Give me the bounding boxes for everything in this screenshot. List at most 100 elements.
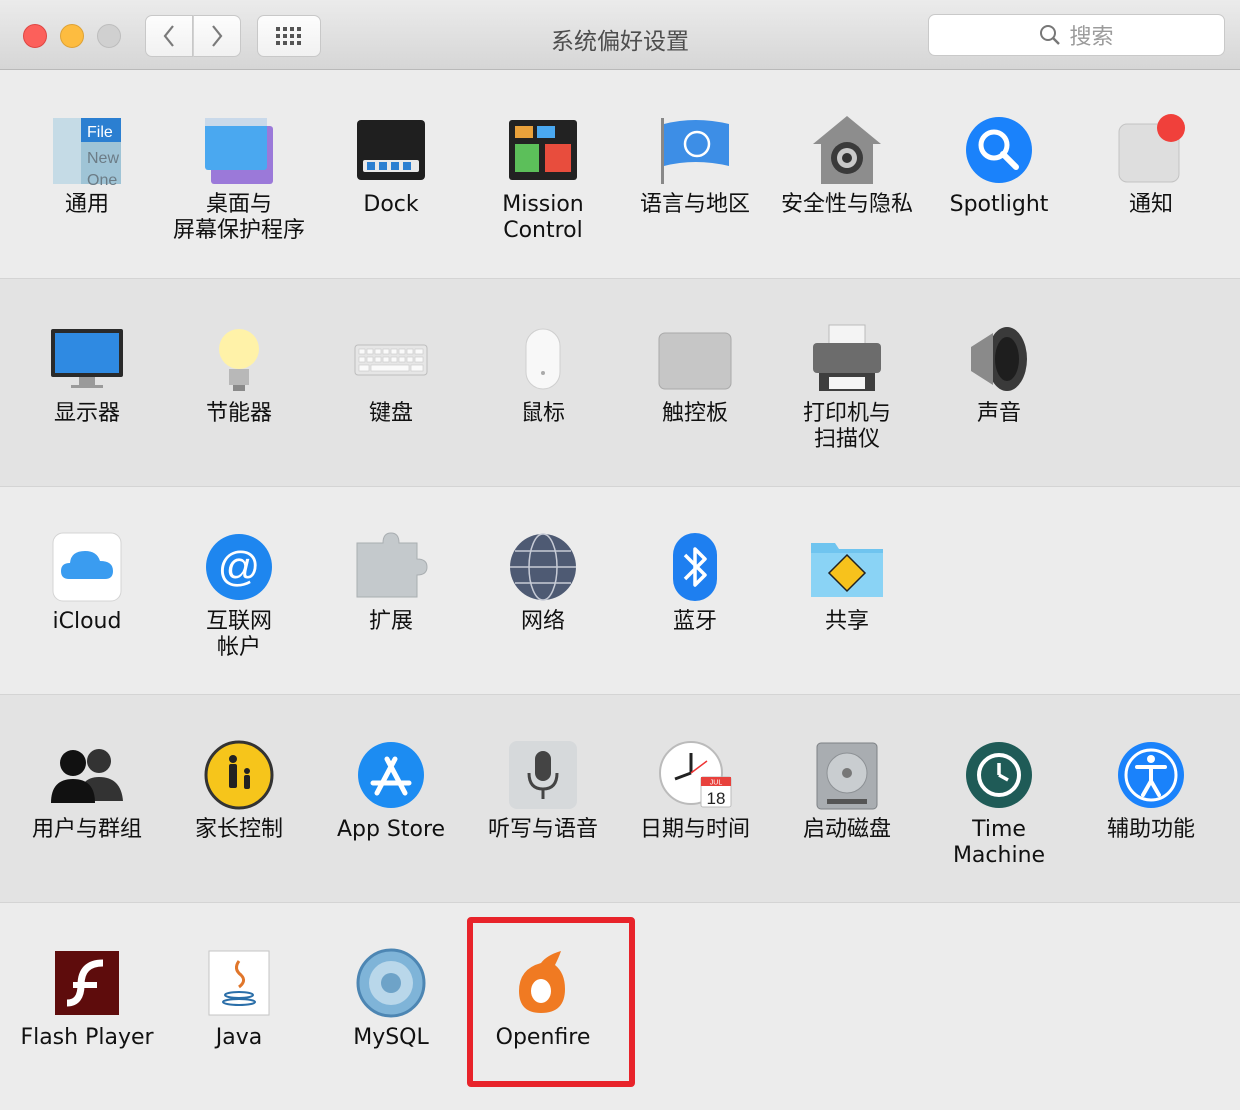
pane-label: 桌面与 屏幕保护程序	[172, 192, 305, 243]
pane-mouse[interactable]: 鼠标	[467, 279, 619, 479]
pane-label: 用户与群组	[31, 817, 142, 842]
app-store-icon	[353, 737, 429, 813]
pane-startup-disk[interactable]: 启动磁盘	[771, 695, 923, 895]
general-icon: File New One	[49, 112, 125, 188]
pane-sharing[interactable]: 共享	[771, 487, 923, 687]
pane-network[interactable]: 网络	[467, 487, 619, 687]
notifications-icon	[1113, 112, 1189, 188]
pane-label: 鼠标	[520, 401, 565, 426]
pane-accessibility[interactable]: 辅助功能	[1075, 695, 1227, 895]
pane-label: 共享	[824, 609, 869, 634]
pane-label: iCloud	[52, 609, 122, 634]
pane-label: App Store	[336, 817, 446, 842]
pane-general[interactable]: File New One 通用	[11, 70, 163, 270]
keyboard-icon	[353, 321, 429, 397]
network-icon	[505, 529, 581, 605]
pane-label: Spotlight	[949, 192, 1049, 217]
pane-label: 家长控制	[194, 817, 283, 842]
pane-notifications[interactable]: 通知	[1075, 70, 1227, 270]
calendar-month: JUL	[710, 780, 723, 787]
spotlight-icon	[961, 112, 1037, 188]
pane-label: MySQL	[353, 1025, 429, 1050]
energy-saver-icon	[201, 321, 277, 397]
pane-dock[interactable]: Dock	[315, 70, 467, 270]
general-icon-one-text: One	[87, 172, 117, 186]
search-field[interactable]: 搜索	[928, 14, 1225, 56]
printers-scanners-icon	[809, 321, 885, 397]
pane-label: 显示器	[53, 401, 120, 426]
pane-extensions[interactable]: 扩展	[315, 487, 467, 687]
mouse-icon	[505, 321, 581, 397]
pane-label: 通知	[1128, 192, 1173, 217]
sharing-icon	[809, 529, 885, 605]
pane-label: Time Machine	[952, 817, 1046, 868]
sound-icon	[961, 321, 1037, 397]
pane-label: Flash Player	[20, 1025, 154, 1050]
pane-label: Dock	[363, 192, 419, 217]
pane-label: Java	[215, 1025, 263, 1050]
pane-displays[interactable]: 显示器	[11, 279, 163, 479]
startup-disk-icon	[809, 737, 885, 813]
pane-bluetooth[interactable]: 蓝牙	[619, 487, 771, 687]
search-placeholder: 搜索	[1069, 25, 1114, 50]
calendar-day: 18	[707, 789, 726, 808]
pane-energy-saver[interactable]: 节能器	[163, 279, 315, 479]
system-preferences-window: 系统偏好设置 搜索 File New One 通用 桌面与 屏幕保护程序 Doc…	[0, 0, 1240, 1110]
general-icon-new-text: New	[87, 150, 119, 167]
pane-desktop-screensaver[interactable]: 桌面与 屏幕保护程序	[163, 70, 315, 270]
security-privacy-icon	[809, 112, 885, 188]
java-icon	[201, 945, 277, 1021]
pane-label: 触控板	[661, 401, 728, 426]
pane-security-privacy[interactable]: 安全性与隐私	[771, 70, 923, 270]
pane-label: 扩展	[368, 609, 413, 634]
pane-users-groups[interactable]: 用户与群组	[11, 695, 163, 895]
language-region-icon	[657, 112, 733, 188]
general-icon-file-text: File	[87, 124, 113, 141]
accessibility-icon	[1113, 737, 1189, 813]
pane-parental-controls[interactable]: 家长控制	[163, 695, 315, 895]
pane-mission-control[interactable]: Mission Control	[467, 70, 619, 270]
desktop-icon	[201, 112, 277, 188]
icloud-icon	[49, 529, 125, 605]
displays-icon	[49, 321, 125, 397]
dock-icon	[353, 112, 429, 188]
pane-label: 网络	[520, 609, 565, 634]
pane-label: 安全性与隐私	[780, 192, 913, 217]
pane-language-region[interactable]: 语言与地区	[619, 70, 771, 270]
pane-spotlight[interactable]: Spotlight	[923, 70, 1075, 270]
pane-label: 节能器	[205, 401, 272, 426]
pane-label: 通用	[64, 192, 109, 217]
pane-label: 蓝牙	[672, 609, 717, 634]
pane-java[interactable]: Java	[163, 903, 315, 1103]
pane-label: 打印机与 扫描仪	[802, 401, 891, 452]
pane-sound[interactable]: 声音	[923, 279, 1075, 479]
pane-dictation-speech[interactable]: 听写与语音	[467, 695, 619, 895]
pane-label: 听写与语音	[487, 817, 598, 842]
highlight-box	[467, 917, 635, 1087]
pane-icloud[interactable]: iCloud	[11, 487, 163, 687]
extensions-icon	[353, 529, 429, 605]
pane-time-machine[interactable]: Time Machine	[923, 695, 1075, 895]
pane-keyboard[interactable]: 键盘	[315, 279, 467, 479]
pane-app-store[interactable]: App Store	[315, 695, 467, 895]
pane-label: Mission Control	[502, 192, 584, 243]
flash-player-icon	[49, 945, 125, 1021]
bluetooth-icon	[657, 529, 733, 605]
pane-trackpad[interactable]: 触控板	[619, 279, 771, 479]
pane-label: 辅助功能	[1106, 817, 1195, 842]
mysql-icon	[353, 945, 429, 1021]
parental-controls-icon	[201, 737, 277, 813]
pane-date-time[interactable]: JUL 18 日期与时间	[619, 695, 771, 895]
pane-label: 日期与时间	[639, 817, 750, 842]
pane-printers-scanners[interactable]: 打印机与 扫描仪	[771, 279, 923, 479]
pane-mysql[interactable]: MySQL	[315, 903, 467, 1103]
pane-flash-player[interactable]: Flash Player	[11, 903, 163, 1103]
date-time-icon: JUL 18	[657, 737, 733, 813]
pane-internet-accounts[interactable]: @ 互联网 帐户	[163, 487, 315, 687]
mission-control-icon	[505, 112, 581, 188]
pane-label: 声音	[976, 401, 1021, 426]
trackpad-icon	[657, 321, 733, 397]
internet-accounts-icon: @	[201, 529, 277, 605]
pane-label: 键盘	[368, 401, 413, 426]
svg-text:@: @	[218, 543, 261, 590]
